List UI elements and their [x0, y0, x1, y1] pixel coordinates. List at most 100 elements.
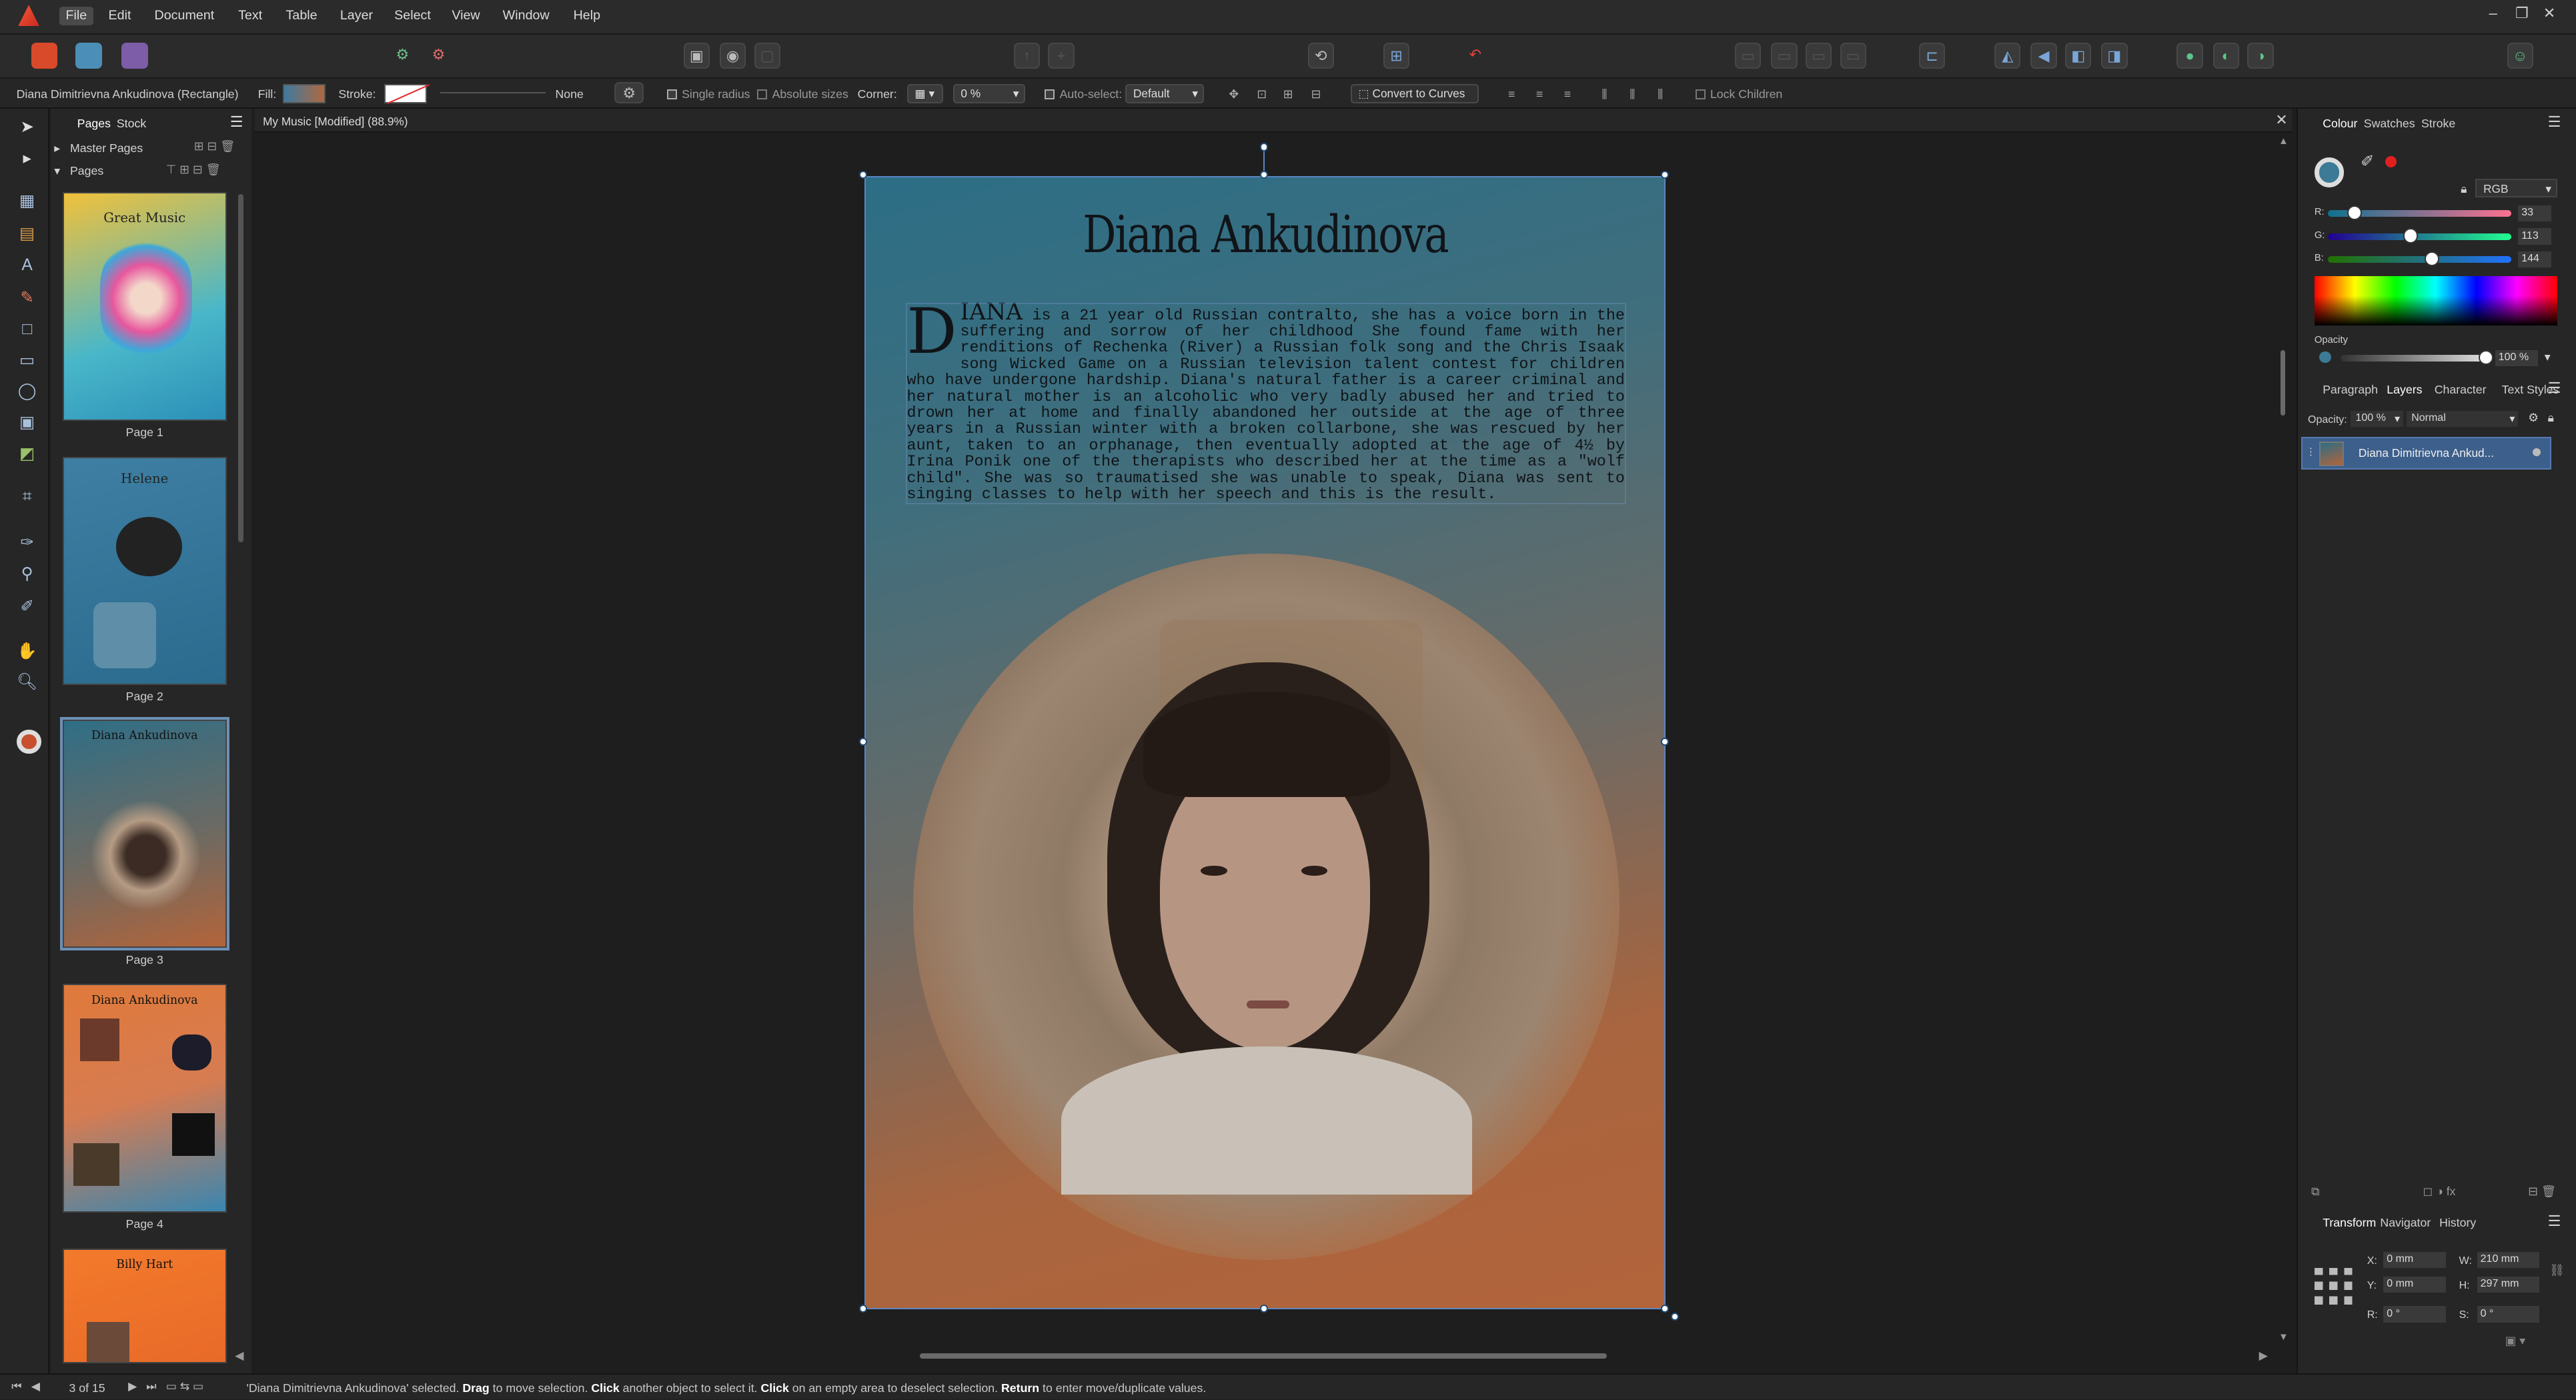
horizontal-scroll-thumb[interactable] [920, 1353, 1607, 1359]
red-value[interactable]: 33 [2518, 205, 2551, 222]
stroke-swatch[interactable] [384, 83, 430, 105]
scroll-up-arrow-icon[interactable]: ▲ [2279, 136, 2289, 147]
menu-text[interactable]: Text [238, 8, 262, 23]
lock-children-checkbox[interactable]: Lock Children [1695, 87, 1782, 101]
corner-type-dropdown[interactable]: ▦ ▾ [906, 83, 943, 104]
opacity-slider[interactable] [2341, 349, 2494, 365]
flip-vertical-icon[interactable]: ◀ [2030, 43, 2057, 69]
blue-slider-knob[interactable] [2424, 251, 2440, 266]
gradient-tool-icon[interactable]: ◩ [17, 444, 38, 465]
handle-bottom-middle[interactable] [1260, 1304, 1269, 1313]
green-value[interactable]: 113 [2518, 228, 2551, 245]
transform-panel-menu-icon[interactable]: ☰ [2548, 1213, 2561, 1230]
horizontal-scrollbar[interactable]: ◀ ▶ [235, 1349, 2276, 1365]
undo-history-icon[interactable]: ↶ [1462, 43, 1488, 69]
scroll-left-arrow-icon[interactable]: ◀ [235, 1349, 243, 1363]
opacity-dropdown-arrow-icon[interactable]: ▾ [2545, 350, 2551, 364]
close-document-icon[interactable]: ✕ [2275, 111, 2288, 129]
frame-text-tool-icon[interactable]: ▤ [17, 223, 38, 245]
text-frame-icon[interactable]: ⊞ [1383, 43, 1410, 69]
layer-visibility-icon[interactable] [2533, 448, 2541, 457]
flip-horizontal-icon[interactable]: ◭ [1994, 43, 2021, 69]
rotate-right-icon[interactable]: ◨ [2101, 43, 2128, 69]
opacity-slider-knob[interactable] [2479, 349, 2494, 365]
handle-middle-right[interactable] [1661, 737, 1670, 746]
arrange-backward-icon[interactable]: ▭ [1771, 43, 1798, 69]
preferences-gear-icon[interactable]: ⚙ [390, 43, 416, 69]
layer-row[interactable]: ⋮ Diana Dimitrievna Ankud... [2301, 437, 2551, 470]
stroke-width-slider[interactable] [440, 91, 546, 94]
y-field[interactable]: 0 mm [2383, 1276, 2446, 1293]
tab-pages[interactable]: Pages [77, 117, 111, 131]
crop-tool-icon[interactable]: ⌗ [17, 486, 38, 508]
align-right-icon[interactable]: ≡ [1564, 87, 1571, 101]
tab-colour[interactable]: Colour [2323, 117, 2357, 131]
transform-grid-icon[interactable]: ⊟ [1311, 87, 1321, 101]
convert-to-curves-button[interactable]: ⬚ Convert to Curves [1350, 83, 1479, 104]
page-thumbnail-3[interactable]: Diana Ankudinova [59, 716, 229, 951]
tab-layers[interactable]: Layers [2387, 383, 2422, 397]
transform-options-icon[interactable]: ▣ ▾ [2505, 1334, 2526, 1348]
align-bottom-icon[interactable]: ⫼ [1658, 87, 1663, 101]
transform-fit-icon[interactable]: ⊞ [1283, 87, 1293, 101]
menu-document[interactable]: Document [155, 8, 215, 23]
pages-section[interactable]: ▾ Pages [54, 164, 103, 178]
arrange-forward-icon[interactable]: ▭ [1805, 43, 1832, 69]
height-field[interactable]: 297 mm [2477, 1276, 2540, 1293]
layer-expand-icon[interactable]: ⋮ [2306, 446, 2316, 458]
move-tool-icon[interactable]: ➤ [17, 117, 38, 138]
align-middle-icon[interactable]: ⫼ [1630, 87, 1635, 101]
page-thumbnail-4[interactable]: Diana Ankudinova [62, 984, 227, 1213]
prev-page-icon[interactable]: ◀ [31, 1379, 40, 1393]
tab-swatches[interactable]: Swatches [2364, 117, 2415, 131]
auto-select-dropdown[interactable]: Default ▾ [1125, 83, 1205, 104]
hand-tool-icon[interactable]: ✋ [17, 641, 38, 662]
picture-frame-tool-icon[interactable]: ▭ [17, 350, 38, 372]
arrange-back-icon[interactable]: ▭ [1734, 43, 1762, 69]
menu-layer[interactable]: Layer [340, 8, 373, 23]
fill-stroke-selector-icon[interactable] [2314, 157, 2345, 187]
view-mode-preview-icon[interactable]: ◉ [719, 43, 746, 69]
tab-transform[interactable]: Transform [2323, 1216, 2376, 1230]
align-top-icon[interactable]: ⫼ [1601, 87, 1607, 101]
geometry-subtract-icon[interactable]: ◐ [2212, 43, 2240, 69]
page-thumbnail-2[interactable]: Helene [62, 456, 227, 686]
shear-field[interactable]: 0 ° [2477, 1306, 2540, 1323]
colour-lock-icon[interactable]: 🔒︎ [2461, 182, 2467, 196]
tab-history[interactable]: History [2439, 1216, 2476, 1230]
rotate-left-icon[interactable]: ◧ [2064, 43, 2092, 69]
blue-slider[interactable] [2327, 251, 2512, 266]
red-slider[interactable] [2327, 205, 2512, 221]
handle-shear[interactable] [1670, 1312, 1680, 1321]
add-master-icon[interactable]: ⊞ ⊟ 🗑︎ [194, 139, 235, 153]
layer-settings-gear-icon[interactable]: ⚙ [2528, 411, 2539, 425]
scroll-right-arrow-icon[interactable]: ▶ [2259, 1349, 2268, 1363]
colour-panel-menu-icon[interactable]: ☰ [2548, 113, 2561, 131]
panel-menu-icon[interactable]: ☰ [230, 113, 243, 131]
view-mode-normal-icon[interactable]: ▣ [683, 43, 710, 69]
fill-stroke-well-icon[interactable] [16, 729, 41, 754]
place-image-tool-icon[interactable]: ▣ [17, 412, 38, 434]
corner-amount-field[interactable]: 0 % ▾ [952, 83, 1025, 104]
layer-lock-icon[interactable]: 🔒︎ [2548, 411, 2554, 425]
geometry-add-icon[interactable]: ● [2176, 43, 2203, 69]
single-radius-checkbox[interactable]: Single radius [666, 87, 750, 101]
designer-persona-icon[interactable] [121, 43, 148, 69]
tab-paragraph[interactable]: Paragraph [2323, 383, 2378, 397]
canvas-area[interactable]: Diana Ankudinova D IANA is a 21 year old … [254, 133, 2276, 1349]
layer-delete-icon[interactable]: ⊟ 🗑︎ [2528, 1185, 2556, 1199]
photo-persona-icon[interactable] [75, 43, 102, 69]
ellipse-tool-icon[interactable]: ◯ [17, 381, 38, 402]
color-picker-tool-icon[interactable]: ✐ [17, 596, 38, 618]
fill-swatch[interactable] [282, 83, 326, 104]
x-field[interactable]: 0 mm [2383, 1251, 2446, 1269]
arrange-front-icon[interactable]: ▭ [1840, 43, 1866, 69]
anchor-grid-icon[interactable] [2314, 1268, 2354, 1305]
aspect-lock-icon[interactable]: ⛓ [2549, 1263, 2565, 1277]
green-slider[interactable] [2327, 228, 2512, 243]
opacity-value[interactable]: 100 % [2495, 349, 2538, 367]
stroke-settings-icon[interactable]: ⚙ [614, 82, 644, 104]
vertical-scroll-thumb[interactable] [2280, 349, 2285, 416]
publisher-persona-icon[interactable] [31, 43, 58, 69]
blue-value[interactable]: 144 [2518, 251, 2551, 268]
